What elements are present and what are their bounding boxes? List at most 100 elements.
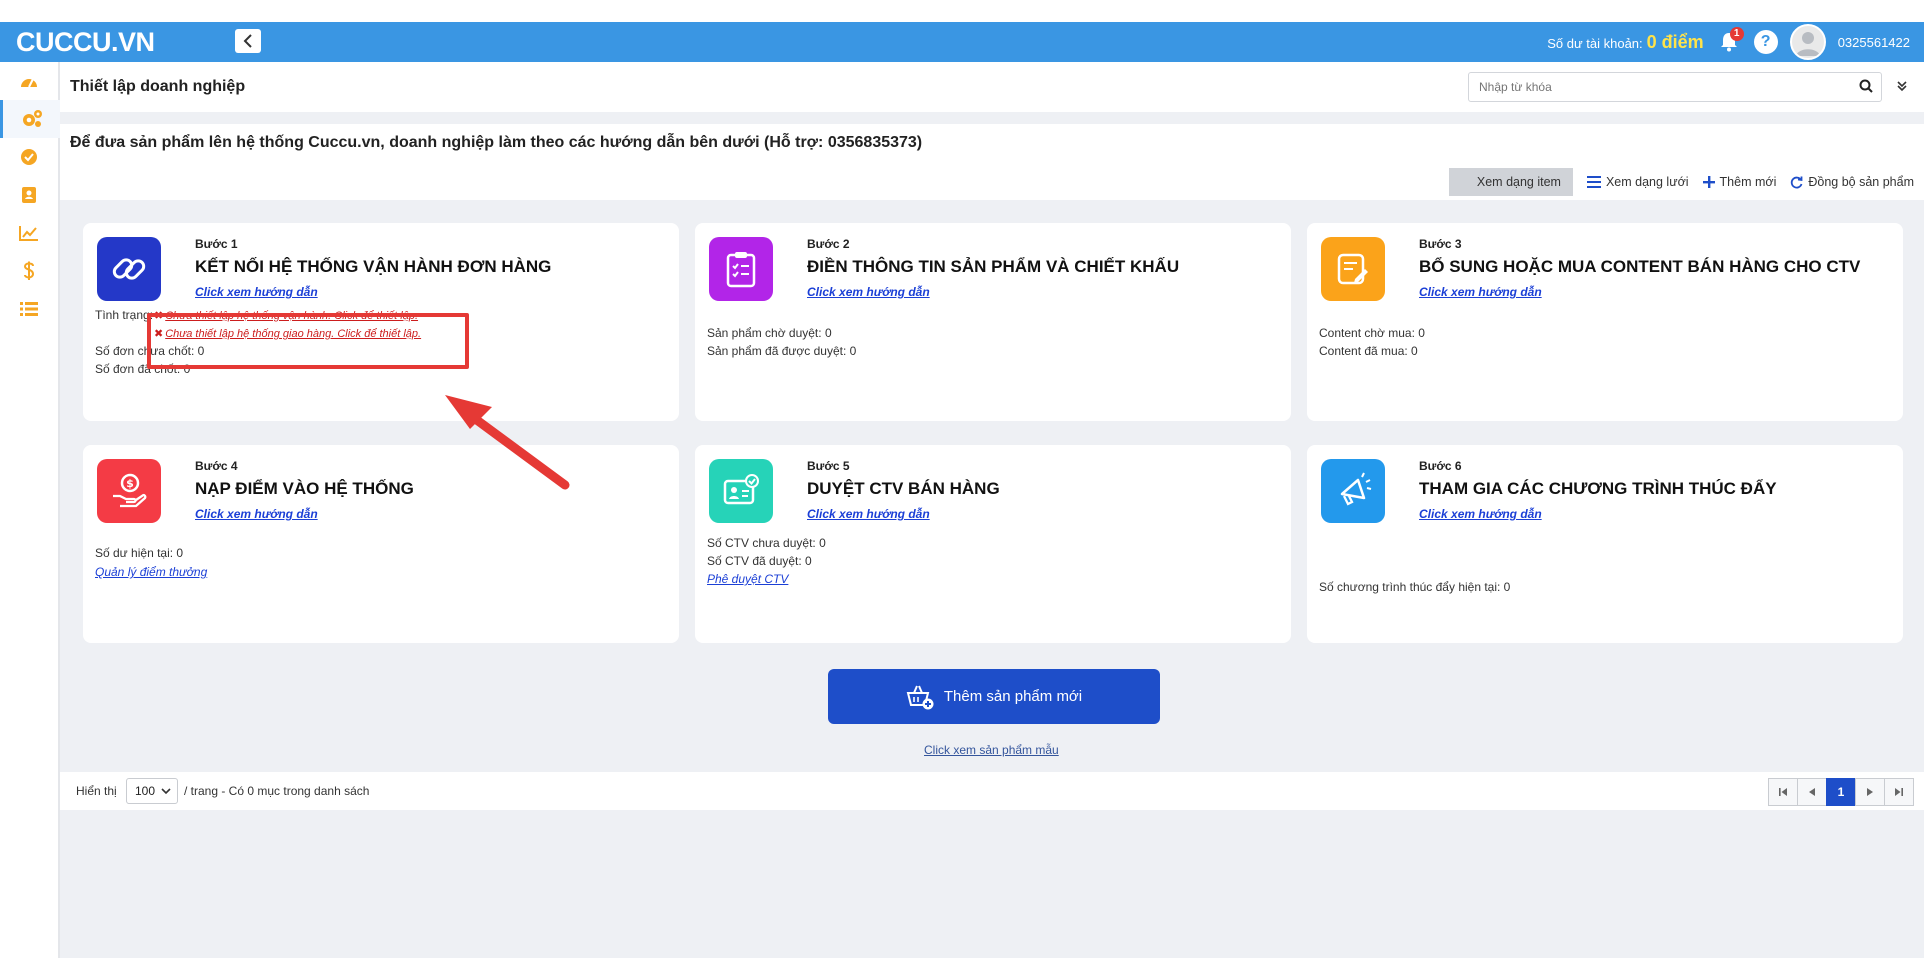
step-title: BỔ SUNG HOẶC MUA CONTENT BÁN HÀNG CHO CT… [1419, 257, 1861, 276]
settings-icon [23, 110, 42, 127]
main-content: Thiết lập doanh nghiệp Để đưa sản phẩm l… [60, 62, 1924, 958]
page-header: Thiết lập doanh nghiệp [60, 62, 1924, 112]
step-label: Bước 6 [1419, 459, 1462, 473]
sync-products-button[interactable]: Đồng bộ sản phẩm [1790, 175, 1914, 189]
chevron-down-icon [161, 788, 171, 795]
last-page-icon [1895, 788, 1903, 796]
step-title: DUYỆT CTV BÁN HÀNG [807, 479, 1000, 498]
sidebar-item-dashboard[interactable] [0, 62, 58, 100]
pager: 1 [1768, 778, 1914, 806]
step-label: Bước 5 [807, 459, 850, 473]
step-label: Bước 2 [807, 237, 850, 251]
step-6-icon-tile [1321, 459, 1385, 523]
add-new-button[interactable]: Thêm mới [1702, 175, 1777, 189]
chart-line-icon [19, 226, 38, 241]
next-page-button[interactable] [1855, 778, 1884, 806]
pending-content-stat: Content chờ mua: 0 [1319, 326, 1425, 340]
pending-products-stat: Sản phẩm chờ duyệt: 0 [707, 326, 832, 340]
help-button[interactable]: ? [1753, 30, 1778, 54]
page-size-value: 100 [135, 784, 156, 798]
sidebar [0, 62, 61, 958]
annotation-arrow [445, 395, 570, 490]
step-label: Bước 4 [195, 459, 238, 473]
grid-view-button[interactable]: Xem dạng lưới [1586, 175, 1689, 189]
step-5-icon-tile [709, 459, 773, 523]
step-title: THAM GIA CÁC CHƯƠNG TRÌNH THÚC ĐẨY [1419, 479, 1777, 498]
pending-ctv-stat: Số CTV chưa duyệt: 0 [707, 536, 826, 550]
guide-link[interactable]: Click xem hướng dẫn [1419, 507, 1542, 521]
step-card-3: Bước 3 BỔ SUNG HOẶC MUA CONTENT BÁN HÀNG… [1307, 223, 1903, 421]
search-box [1468, 72, 1882, 102]
app-logo[interactable]: CUCCU.VN [16, 27, 155, 58]
purchased-content-stat: Content đã mua: 0 [1319, 344, 1418, 358]
manage-points-link[interactable]: Quản lý điểm thưởng [95, 565, 207, 579]
sidebar-item-settings[interactable] [0, 100, 61, 138]
last-page-button[interactable] [1884, 778, 1914, 806]
list-summary: / trang - Có 0 mục trong danh sách [184, 784, 370, 798]
sidebar-item-reports[interactable] [0, 214, 58, 252]
guide-link[interactable]: Click xem hướng dẫn [195, 507, 318, 521]
add-product-button[interactable]: Thêm sản phẩm mới [828, 669, 1160, 724]
megaphone-icon [1340, 472, 1372, 506]
user-avatar-icon [1795, 32, 1820, 56]
guide-link[interactable]: Click xem hướng dẫn [807, 285, 930, 299]
step-card-2: Bước 2 ĐIỀN THÔNG TIN SẢN PHẨM VÀ CHIẾT … [695, 223, 1291, 421]
step-title: NẠP ĐIỂM VÀO HỆ THỐNG [195, 479, 414, 498]
top-navbar: CUCCU.VN Số dư tài khoản: 0 điểm 1 ? 0325… [0, 22, 1924, 62]
pagination-bar: Hiển thị 100 / trang - Có 0 mục trong da… [60, 772, 1924, 810]
guide-link[interactable]: Click xem hướng dẫn [195, 285, 318, 299]
sidebar-item-list[interactable] [0, 290, 58, 328]
list-icon [20, 302, 38, 316]
sidebar-item-approval[interactable] [0, 138, 58, 176]
step-card-6: Bước 6 THAM GIA CÁC CHƯƠNG TRÌNH THÚC ĐẨ… [1307, 445, 1903, 643]
approved-ctv-stat: Số CTV đã duyệt: 0 [707, 554, 812, 568]
step-card-5: Bước 5 DUYỆT CTV BÁN HÀNG Click xem hướn… [695, 445, 1291, 643]
step-title: KẾT NỐI HỆ THỐNG VẬN HÀNH ĐƠN HÀNG [195, 257, 552, 276]
step-1-icon-tile [97, 237, 161, 301]
search-icon[interactable] [1859, 79, 1873, 93]
id-card-check-icon [723, 474, 759, 505]
current-balance-stat: Số dư hiện tại: 0 [95, 546, 184, 560]
dashboard-icon [21, 78, 37, 88]
step-title: ĐIỀN THÔNG TIN SẢN PHẨM VÀ CHIẾT KHẤU [807, 257, 1180, 276]
username[interactable]: 0325561422 [1838, 35, 1910, 50]
view-toolbar: Xem dạng item Xem dạng lưới Thêm mới Đồn… [1448, 168, 1914, 196]
step-4-icon-tile: $ [97, 459, 161, 523]
link-icon [112, 258, 146, 280]
prev-page-icon [1809, 788, 1815, 796]
status-label: Tình trạng: [95, 308, 154, 322]
add-product-label: Thêm sản phẩm mới [943, 688, 1083, 705]
first-page-button[interactable] [1768, 778, 1797, 806]
sample-product-link[interactable]: Click xem sản phẩm mẫu [924, 743, 1059, 757]
guide-bar: Để đưa sản phẩm lên hệ thống Cuccu.vn, d… [60, 124, 1924, 200]
sidebar-toggle-button[interactable] [235, 29, 261, 53]
programs-stat: Số chương trình thúc đẩy hiện tại: 0 [1319, 580, 1511, 594]
next-page-icon [1867, 788, 1873, 796]
page-number-button[interactable]: 1 [1826, 778, 1855, 806]
first-page-icon [1779, 788, 1787, 796]
plus-icon [1702, 176, 1715, 188]
search-input[interactable] [1477, 73, 1841, 101]
balance-label: Số dư tài khoản: [1547, 35, 1643, 51]
step-2-icon-tile [709, 237, 773, 301]
double-chevron-down-icon[interactable] [1896, 80, 1908, 92]
check-circle-icon [21, 149, 37, 165]
approve-ctv-link[interactable]: Phê duyệt CTV [707, 572, 788, 586]
sidebar-item-contacts[interactable] [0, 176, 58, 214]
page-size-select[interactable]: 100 [126, 778, 178, 804]
edit-document-icon [1337, 253, 1368, 285]
prev-page-button[interactable] [1797, 778, 1826, 806]
item-view-button[interactable]: Xem dạng item [1448, 168, 1573, 196]
show-label: Hiển thị [76, 784, 117, 798]
guide-link[interactable]: Click xem hướng dẫn [1419, 285, 1542, 299]
sidebar-item-finance[interactable] [0, 252, 58, 290]
basket-plus-icon [906, 685, 934, 709]
clipboard-checklist-icon [726, 252, 756, 288]
guide-link[interactable]: Click xem hướng dẫn [807, 507, 930, 521]
add-new-label: Thêm mới [1719, 175, 1777, 189]
avatar[interactable] [1789, 24, 1826, 60]
hand-coin-icon: $ [113, 473, 147, 508]
notification-button[interactable]: 1 [1716, 27, 1744, 55]
page-title: Thiết lập doanh nghiệp [70, 78, 246, 95]
grid-view-label: Xem dạng lưới [1605, 175, 1689, 189]
